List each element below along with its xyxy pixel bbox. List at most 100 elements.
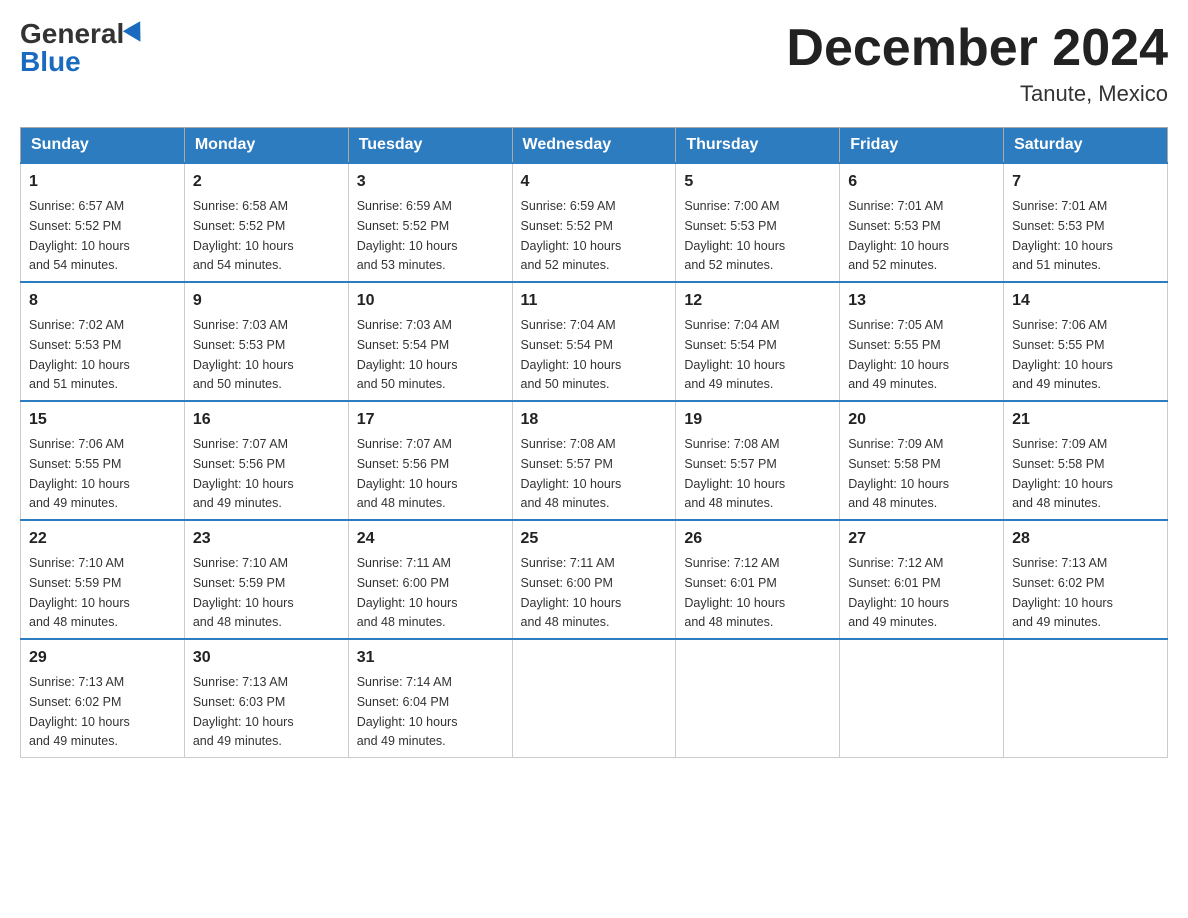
day-info: Sunrise: 7:11 AMSunset: 6:00 PMDaylight:… bbox=[357, 556, 458, 629]
day-info: Sunrise: 7:07 AMSunset: 5:56 PMDaylight:… bbox=[357, 437, 458, 510]
calendar-cell: 1 Sunrise: 6:57 AMSunset: 5:52 PMDayligh… bbox=[21, 163, 185, 282]
day-number: 28 bbox=[1012, 527, 1159, 551]
day-info: Sunrise: 7:07 AMSunset: 5:56 PMDaylight:… bbox=[193, 437, 294, 510]
day-info: Sunrise: 7:06 AMSunset: 5:55 PMDaylight:… bbox=[1012, 318, 1113, 391]
calendar-cell: 11 Sunrise: 7:04 AMSunset: 5:54 PMDaylig… bbox=[512, 282, 676, 401]
calendar-cell: 25 Sunrise: 7:11 AMSunset: 6:00 PMDaylig… bbox=[512, 520, 676, 639]
day-number: 31 bbox=[357, 646, 504, 670]
day-info: Sunrise: 7:04 AMSunset: 5:54 PMDaylight:… bbox=[684, 318, 785, 391]
day-info: Sunrise: 7:03 AMSunset: 5:54 PMDaylight:… bbox=[357, 318, 458, 391]
calendar-cell bbox=[1004, 639, 1168, 758]
logo-line: General bbox=[20, 20, 146, 48]
day-info: Sunrise: 7:13 AMSunset: 6:02 PMDaylight:… bbox=[1012, 556, 1113, 629]
day-info: Sunrise: 7:12 AMSunset: 6:01 PMDaylight:… bbox=[848, 556, 949, 629]
header-tuesday: Tuesday bbox=[348, 128, 512, 164]
day-info: Sunrise: 7:04 AMSunset: 5:54 PMDaylight:… bbox=[521, 318, 622, 391]
calendar-cell: 15 Sunrise: 7:06 AMSunset: 5:55 PMDaylig… bbox=[21, 401, 185, 520]
week-row-3: 15 Sunrise: 7:06 AMSunset: 5:55 PMDaylig… bbox=[21, 401, 1168, 520]
calendar-cell: 20 Sunrise: 7:09 AMSunset: 5:58 PMDaylig… bbox=[840, 401, 1004, 520]
calendar-cell bbox=[840, 639, 1004, 758]
day-number: 2 bbox=[193, 170, 340, 194]
day-number: 22 bbox=[29, 527, 176, 551]
day-number: 5 bbox=[684, 170, 831, 194]
day-number: 23 bbox=[193, 527, 340, 551]
day-number: 7 bbox=[1012, 170, 1159, 194]
day-number: 15 bbox=[29, 408, 176, 432]
day-number: 16 bbox=[193, 408, 340, 432]
day-number: 6 bbox=[848, 170, 995, 194]
calendar-cell: 22 Sunrise: 7:10 AMSunset: 5:59 PMDaylig… bbox=[21, 520, 185, 639]
day-number: 17 bbox=[357, 408, 504, 432]
day-number: 18 bbox=[521, 408, 668, 432]
header-wednesday: Wednesday bbox=[512, 128, 676, 164]
day-number: 25 bbox=[521, 527, 668, 551]
day-number: 21 bbox=[1012, 408, 1159, 432]
calendar-cell: 29 Sunrise: 7:13 AMSunset: 6:02 PMDaylig… bbox=[21, 639, 185, 758]
day-info: Sunrise: 6:59 AMSunset: 5:52 PMDaylight:… bbox=[521, 199, 622, 272]
week-row-4: 22 Sunrise: 7:10 AMSunset: 5:59 PMDaylig… bbox=[21, 520, 1168, 639]
calendar-cell: 26 Sunrise: 7:12 AMSunset: 6:01 PMDaylig… bbox=[676, 520, 840, 639]
calendar-cell: 2 Sunrise: 6:58 AMSunset: 5:52 PMDayligh… bbox=[184, 163, 348, 282]
day-number: 20 bbox=[848, 408, 995, 432]
day-info: Sunrise: 7:05 AMSunset: 5:55 PMDaylight:… bbox=[848, 318, 949, 391]
week-row-5: 29 Sunrise: 7:13 AMSunset: 6:02 PMDaylig… bbox=[21, 639, 1168, 758]
day-number: 19 bbox=[684, 408, 831, 432]
calendar-cell: 19 Sunrise: 7:08 AMSunset: 5:57 PMDaylig… bbox=[676, 401, 840, 520]
day-number: 26 bbox=[684, 527, 831, 551]
calendar-cell: 9 Sunrise: 7:03 AMSunset: 5:53 PMDayligh… bbox=[184, 282, 348, 401]
calendar-cell: 16 Sunrise: 7:07 AMSunset: 5:56 PMDaylig… bbox=[184, 401, 348, 520]
logo-blue-text: Blue bbox=[20, 48, 81, 76]
day-info: Sunrise: 7:00 AMSunset: 5:53 PMDaylight:… bbox=[684, 199, 785, 272]
header-friday: Friday bbox=[840, 128, 1004, 164]
day-number: 11 bbox=[521, 289, 668, 313]
day-info: Sunrise: 7:01 AMSunset: 5:53 PMDaylight:… bbox=[1012, 199, 1113, 272]
calendar-cell: 17 Sunrise: 7:07 AMSunset: 5:56 PMDaylig… bbox=[348, 401, 512, 520]
calendar-cell: 7 Sunrise: 7:01 AMSunset: 5:53 PMDayligh… bbox=[1004, 163, 1168, 282]
day-info: Sunrise: 7:03 AMSunset: 5:53 PMDaylight:… bbox=[193, 318, 294, 391]
calendar-cell: 6 Sunrise: 7:01 AMSunset: 5:53 PMDayligh… bbox=[840, 163, 1004, 282]
page-header: General Blue December 2024 Tanute, Mexic… bbox=[20, 20, 1168, 107]
weekday-header-row: Sunday Monday Tuesday Wednesday Thursday… bbox=[21, 128, 1168, 164]
day-info: Sunrise: 7:06 AMSunset: 5:55 PMDaylight:… bbox=[29, 437, 130, 510]
week-row-1: 1 Sunrise: 6:57 AMSunset: 5:52 PMDayligh… bbox=[21, 163, 1168, 282]
day-info: Sunrise: 7:12 AMSunset: 6:01 PMDaylight:… bbox=[684, 556, 785, 629]
calendar-cell: 23 Sunrise: 7:10 AMSunset: 5:59 PMDaylig… bbox=[184, 520, 348, 639]
day-info: Sunrise: 7:08 AMSunset: 5:57 PMDaylight:… bbox=[684, 437, 785, 510]
header-sunday: Sunday bbox=[21, 128, 185, 164]
calendar-cell: 3 Sunrise: 6:59 AMSunset: 5:52 PMDayligh… bbox=[348, 163, 512, 282]
day-info: Sunrise: 7:10 AMSunset: 5:59 PMDaylight:… bbox=[193, 556, 294, 629]
calendar-cell bbox=[676, 639, 840, 758]
calendar-table: Sunday Monday Tuesday Wednesday Thursday… bbox=[20, 127, 1168, 758]
day-info: Sunrise: 6:58 AMSunset: 5:52 PMDaylight:… bbox=[193, 199, 294, 272]
day-number: 14 bbox=[1012, 289, 1159, 313]
week-row-2: 8 Sunrise: 7:02 AMSunset: 5:53 PMDayligh… bbox=[21, 282, 1168, 401]
day-info: Sunrise: 7:10 AMSunset: 5:59 PMDaylight:… bbox=[29, 556, 130, 629]
day-info: Sunrise: 7:13 AMSunset: 6:03 PMDaylight:… bbox=[193, 675, 294, 748]
calendar-cell: 10 Sunrise: 7:03 AMSunset: 5:54 PMDaylig… bbox=[348, 282, 512, 401]
day-number: 12 bbox=[684, 289, 831, 313]
logo-general-text: General bbox=[20, 20, 124, 48]
calendar-cell: 12 Sunrise: 7:04 AMSunset: 5:54 PMDaylig… bbox=[676, 282, 840, 401]
calendar-cell: 24 Sunrise: 7:11 AMSunset: 6:00 PMDaylig… bbox=[348, 520, 512, 639]
day-number: 8 bbox=[29, 289, 176, 313]
day-info: Sunrise: 6:59 AMSunset: 5:52 PMDaylight:… bbox=[357, 199, 458, 272]
day-number: 27 bbox=[848, 527, 995, 551]
day-number: 10 bbox=[357, 289, 504, 313]
day-info: Sunrise: 7:14 AMSunset: 6:04 PMDaylight:… bbox=[357, 675, 458, 748]
header-monday: Monday bbox=[184, 128, 348, 164]
logo: General Blue bbox=[20, 20, 146, 76]
day-number: 3 bbox=[357, 170, 504, 194]
header-saturday: Saturday bbox=[1004, 128, 1168, 164]
day-info: Sunrise: 7:09 AMSunset: 5:58 PMDaylight:… bbox=[848, 437, 949, 510]
calendar-cell: 21 Sunrise: 7:09 AMSunset: 5:58 PMDaylig… bbox=[1004, 401, 1168, 520]
calendar-cell: 13 Sunrise: 7:05 AMSunset: 5:55 PMDaylig… bbox=[840, 282, 1004, 401]
day-number: 29 bbox=[29, 646, 176, 670]
calendar-cell: 31 Sunrise: 7:14 AMSunset: 6:04 PMDaylig… bbox=[348, 639, 512, 758]
location-text: Tanute, Mexico bbox=[786, 81, 1168, 107]
day-info: Sunrise: 7:01 AMSunset: 5:53 PMDaylight:… bbox=[848, 199, 949, 272]
header-thursday: Thursday bbox=[676, 128, 840, 164]
calendar-cell: 14 Sunrise: 7:06 AMSunset: 5:55 PMDaylig… bbox=[1004, 282, 1168, 401]
calendar-cell: 30 Sunrise: 7:13 AMSunset: 6:03 PMDaylig… bbox=[184, 639, 348, 758]
day-number: 30 bbox=[193, 646, 340, 670]
day-number: 4 bbox=[521, 170, 668, 194]
